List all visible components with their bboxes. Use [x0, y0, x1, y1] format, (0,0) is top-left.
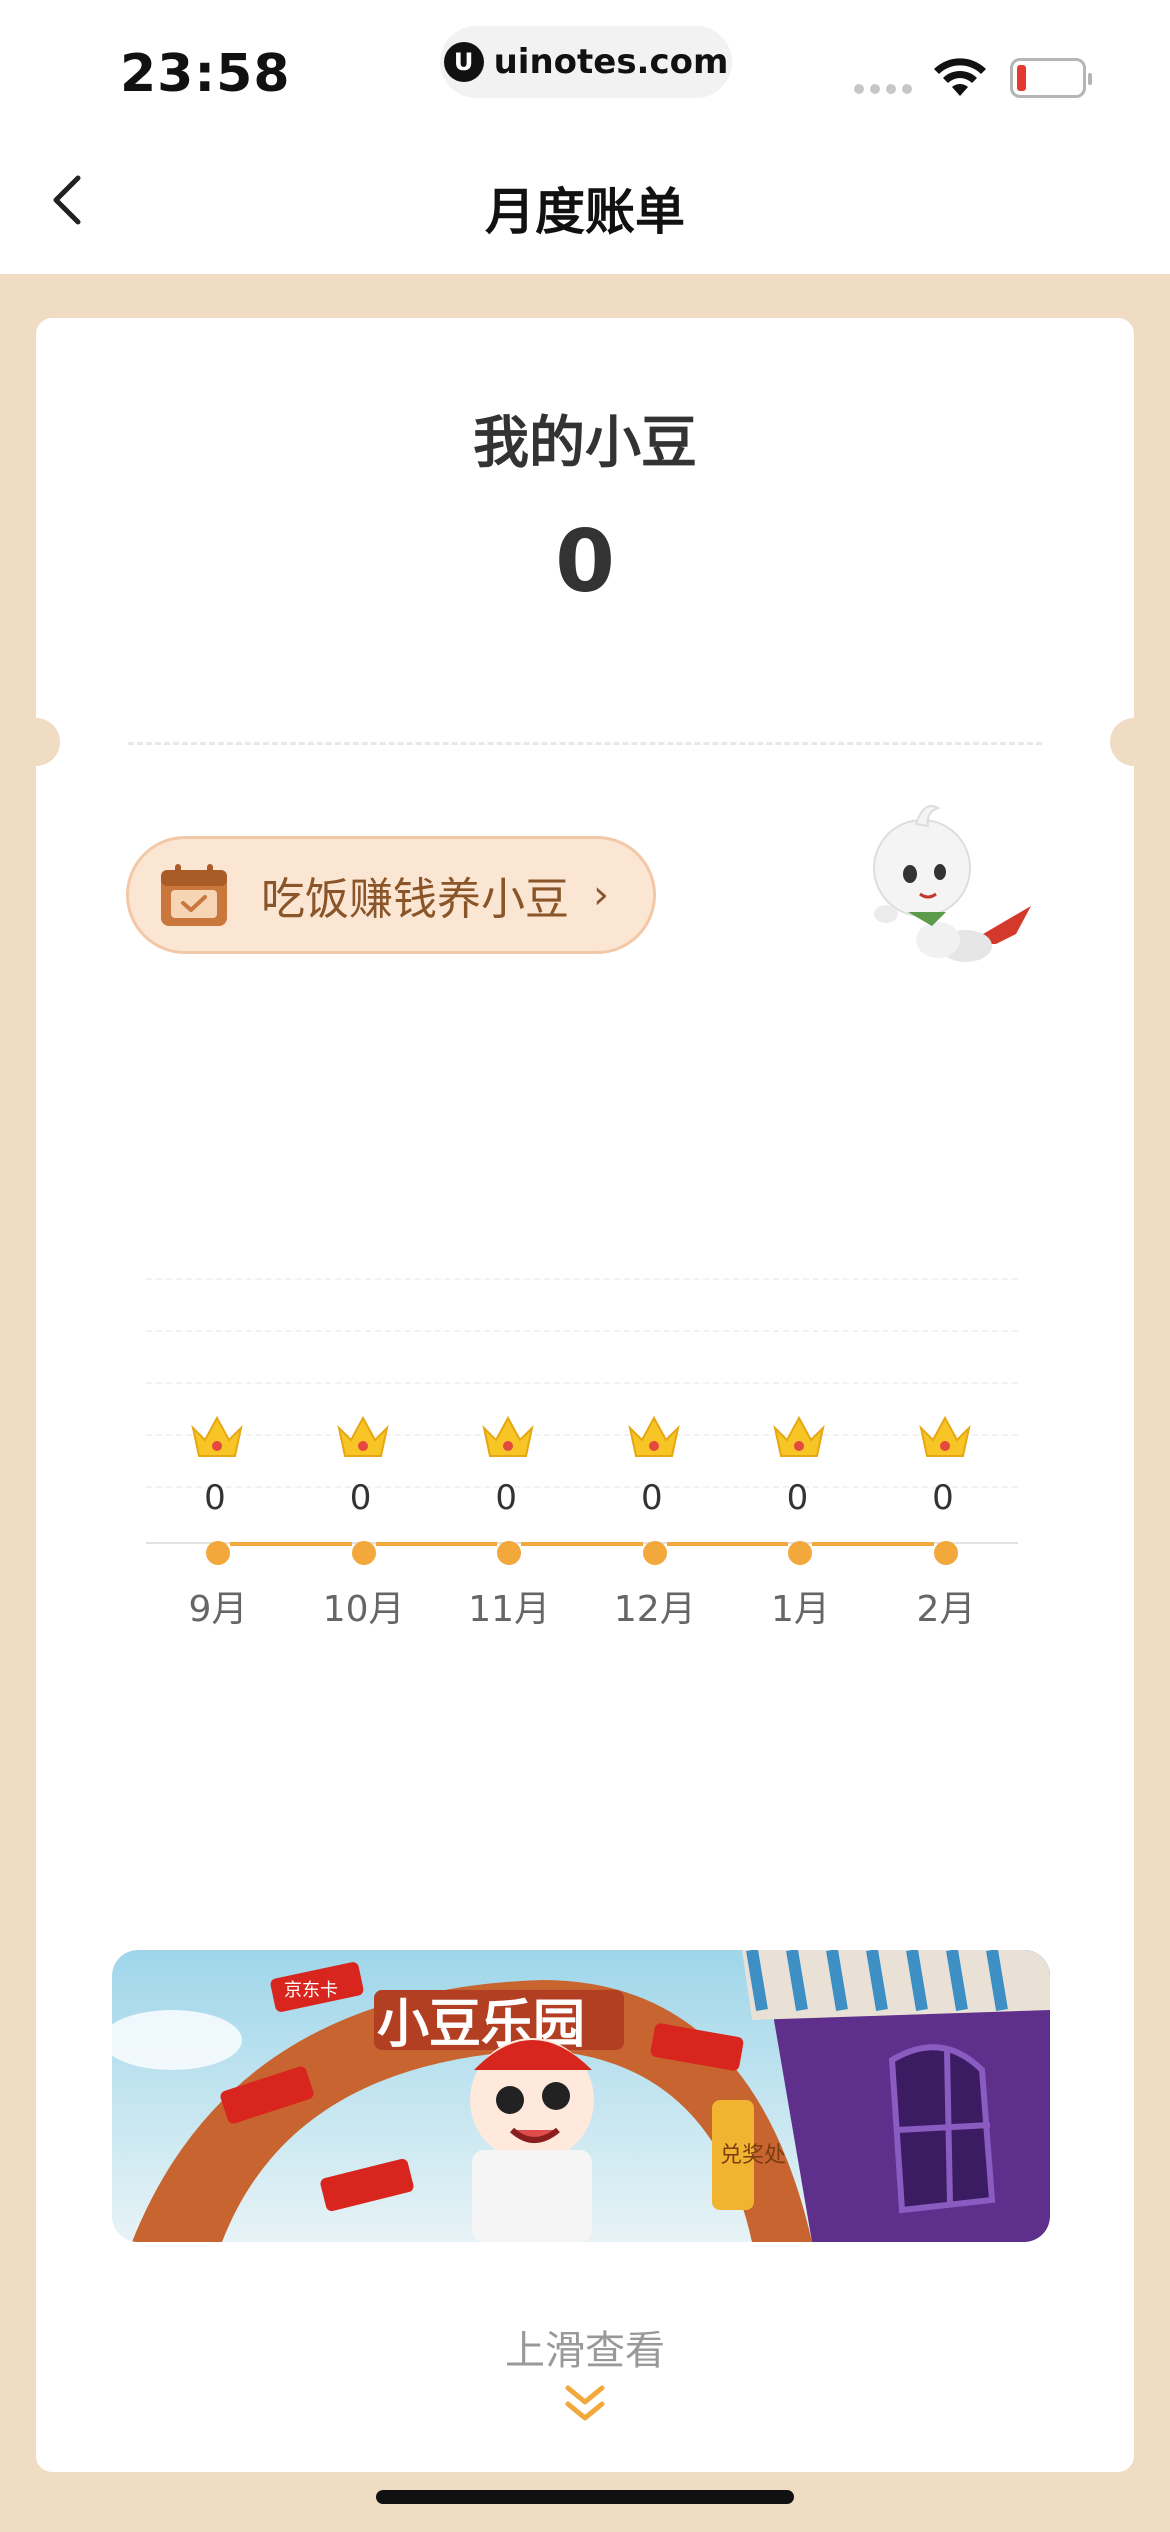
home-indicator[interactable]: [376, 2490, 794, 2504]
beans-value: 0: [555, 512, 615, 612]
site-logo-icon: U: [443, 42, 484, 82]
battery-level: [1017, 65, 1026, 91]
ticket-notch-right: [1110, 718, 1158, 766]
scroll-hint: 上滑查看: [505, 2328, 665, 2374]
url-text: uinotes.com: [493, 42, 729, 82]
banner-sign: 兑奖处: [720, 2143, 786, 2168]
ticket-divider: [128, 742, 1042, 745]
earn-beans-button[interactable]: 吃饭赚钱养小豆 ›: [126, 836, 656, 954]
status-bar: 23:58 U uinotes.com: [0, 0, 1170, 130]
calendar-check-icon: [161, 864, 227, 926]
wifi-icon: [934, 58, 986, 96]
status-time: 23:58: [120, 44, 291, 104]
flying-mascot-icon: [873, 805, 1031, 962]
beans-park-banner[interactable]: 小豆乐园 兑奖处 京东卡: [112, 1950, 1050, 2242]
beans-title: 我的小豆: [473, 411, 697, 476]
battery-icon: [1010, 58, 1092, 98]
double-chevron-down-icon[interactable]: [560, 2380, 610, 2430]
cellular-signal-icon: [854, 84, 912, 94]
banner-tag: 京东卡: [284, 1980, 338, 2001]
chevron-right-icon: ›: [593, 872, 609, 918]
url-pill[interactable]: U uinotes.com: [440, 26, 732, 98]
navigation-bar: 月度账单: [0, 130, 1170, 274]
ticket-notch-left: [12, 718, 60, 766]
page-title: 月度账单: [485, 183, 685, 241]
earn-beans-label: 吃饭赚钱养小豆: [261, 874, 569, 925]
